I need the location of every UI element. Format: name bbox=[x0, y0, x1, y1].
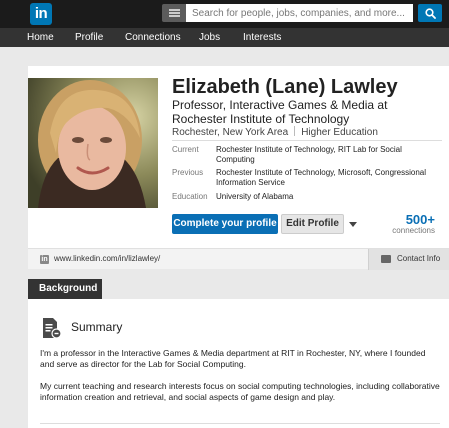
profile-card: Elizabeth (Lane) Lawley Professor, Inter… bbox=[28, 66, 449, 248]
contact-card-icon bbox=[381, 255, 391, 263]
nav-jobs[interactable]: Jobs bbox=[199, 28, 220, 47]
profile-photo-image bbox=[28, 78, 158, 208]
location-industry-line: Rochester, New York Area Higher Education bbox=[172, 126, 378, 138]
public-profile-url[interactable]: www.linkedin.com/in/lizlawley/ bbox=[54, 254, 160, 263]
search-icon bbox=[424, 7, 436, 19]
profile-name: Elizabeth (Lane) Lawley bbox=[172, 76, 398, 98]
summary-section: Summary I'm a professor in the Interacti… bbox=[28, 299, 449, 428]
info-label: Current bbox=[172, 145, 199, 154]
linkedin-logo[interactable]: in bbox=[30, 3, 52, 25]
divider bbox=[40, 423, 440, 424]
profile-photo[interactable] bbox=[28, 78, 158, 208]
info-label: Education bbox=[172, 192, 208, 201]
profile-industry[interactable]: Higher Education bbox=[301, 127, 378, 138]
contact-info-button[interactable]: Contact Info bbox=[368, 249, 449, 270]
complete-profile-button[interactable]: Complete your profile bbox=[172, 214, 278, 234]
search-button[interactable] bbox=[418, 4, 442, 22]
linkedin-icon: in bbox=[40, 255, 49, 264]
menu-icon[interactable] bbox=[162, 4, 186, 22]
edit-profile-button[interactable]: Edit Profile bbox=[281, 214, 344, 234]
connections-label: connections bbox=[392, 226, 435, 235]
info-value[interactable]: University of Alabama bbox=[216, 192, 440, 202]
chevron-down-icon[interactable] bbox=[349, 222, 357, 227]
info-label: Previous bbox=[172, 168, 204, 177]
profile-location[interactable]: Rochester, New York Area bbox=[172, 127, 288, 138]
nav-profile[interactable]: Profile bbox=[75, 28, 103, 47]
nav-connections[interactable]: Connections bbox=[125, 28, 181, 47]
contact-info-label: Contact Info bbox=[397, 254, 441, 263]
info-value[interactable]: Rochester Institute of Technology, Micro… bbox=[216, 168, 440, 188]
summary-paragraph: My current teaching and research interes… bbox=[40, 381, 440, 402]
info-value[interactable]: Rochester Institute of Technology, RIT L… bbox=[216, 145, 440, 165]
divider bbox=[172, 140, 442, 141]
nav-interests[interactable]: Interests bbox=[243, 28, 281, 47]
summary-document-icon bbox=[42, 317, 62, 342]
profile-headline: Professor, Interactive Games & Media at … bbox=[172, 98, 388, 126]
public-profile-bar: in www.linkedin.com/in/lizlawley/ Contac… bbox=[28, 248, 449, 270]
search-input[interactable] bbox=[186, 4, 413, 22]
summary-title: Summary bbox=[71, 320, 123, 334]
main-nav: Home Profile Connections Jobs Interests bbox=[0, 28, 449, 47]
nav-home[interactable]: Home bbox=[27, 28, 54, 47]
top-bar: in bbox=[0, 0, 449, 28]
separator bbox=[294, 126, 296, 136]
connections-count[interactable]: 500+ bbox=[406, 212, 435, 227]
summary-paragraph: I'm a professor in the Interactive Games… bbox=[40, 348, 426, 369]
tab-background[interactable]: Background bbox=[28, 279, 102, 299]
